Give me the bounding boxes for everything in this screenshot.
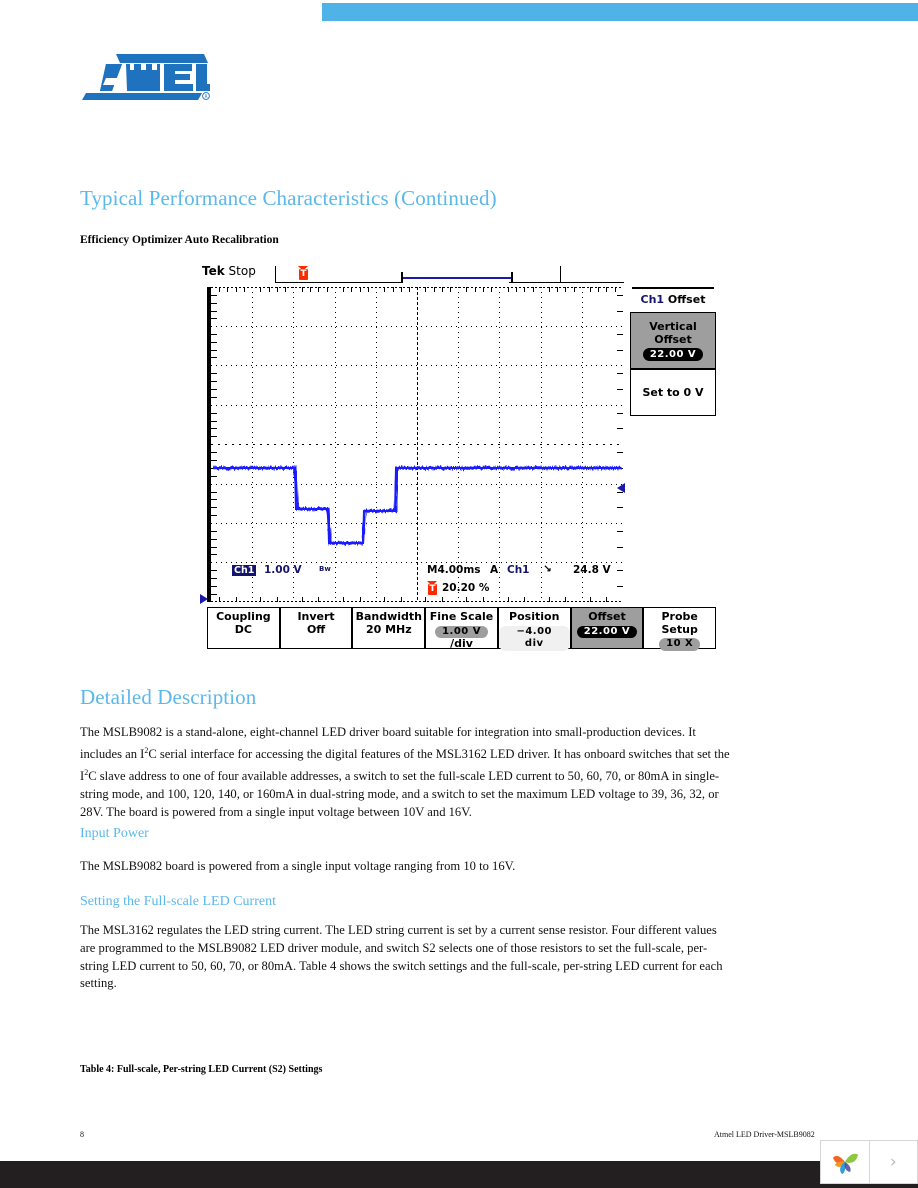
paragraph-detailed-description-text: The MSLB9082 is a stand-alone, eight-cha…	[80, 725, 730, 819]
side-button-vertical-offset-value: 22.00 V	[642, 348, 704, 361]
paragraph-input-power: The MSLB9082 board is powered from a sin…	[80, 858, 735, 876]
bottom-button-bandwidth-line2: 20 MHz	[365, 622, 412, 636]
ch1-offset-marker-right	[617, 483, 625, 493]
trigger-marker-top: T	[298, 266, 309, 281]
readout-trigger-channel: Ch1	[507, 564, 530, 576]
paragraph-detailed-description: The MSLB9082 is a stand-alone, eight-cha…	[80, 724, 735, 821]
input-power-heading: Input Power	[80, 826, 149, 841]
bottom-button-coupling[interactable]: Coupling DC	[207, 607, 280, 649]
ch1-ground-marker: Ch1	[232, 565, 257, 576]
side-menu-title-channel: Ch1	[640, 293, 665, 306]
next-page-button[interactable]: ›	[870, 1141, 918, 1183]
bottom-button-coupling-line1: Coupling	[216, 610, 271, 623]
page-title: Typical Performance Characteristics (Con…	[80, 186, 497, 210]
bottom-button-position[interactable]: Position −4.00 div	[497, 607, 571, 651]
bottom-button-fine-scale[interactable]: Fine Scale 1.00 V /div	[425, 607, 498, 650]
viewer-logo-button[interactable]	[821, 1141, 869, 1183]
detailed-description-heading: Detailed Description	[80, 685, 257, 709]
bottom-button-probe-setup-value: 10 X	[659, 638, 701, 651]
footer-dark-band	[0, 1161, 918, 1188]
readout-vertical-scale: 1.00 V	[264, 564, 302, 576]
readout-trigger-position: 20.20 %	[442, 582, 490, 594]
leaf-logo-icon	[832, 1153, 858, 1174]
header-rule-right	[509, 282, 624, 283]
readout-timebase: M4.00ms	[427, 564, 481, 576]
bottom-button-offset-value: 22.00 V	[576, 625, 638, 638]
bottom-button-offset[interactable]: Offset 22.00 V	[570, 607, 644, 649]
svg-text:R: R	[204, 94, 207, 100]
paragraph-input-power-text: The MSLB9082 board is powered from a sin…	[80, 859, 516, 873]
viewer-toolbar: ›	[820, 1140, 918, 1184]
bottom-button-fine-scale-line1: Fine Scale	[429, 610, 494, 623]
side-menu-title: Ch1 Offset	[630, 293, 716, 312]
header-rule-left	[275, 282, 401, 283]
chevron-right-icon: ›	[889, 1152, 897, 1172]
side-button-vertical-offset-line2: Offset	[654, 333, 692, 346]
side-button-vertical-offset-line1: Vertical	[649, 320, 697, 333]
atmel-logo: R	[80, 52, 210, 104]
bottom-button-position-value: −4.00 div	[498, 625, 570, 651]
side-menu-title-text: Offset	[664, 293, 706, 306]
header-separator-2	[560, 266, 561, 283]
page-number: 8	[80, 1130, 84, 1139]
setting-fullscale-heading: Setting the Full-scale LED Current	[80, 894, 276, 909]
side-button-set-to-zero-label: Set to 0 V	[642, 386, 704, 399]
scope-run-state: Stop	[228, 264, 256, 278]
paragraph-setting-fullscale: The MSL3162 regulates the LED string cur…	[80, 922, 735, 993]
readout-trigger-level: 24.8 V	[573, 564, 611, 576]
scope-side-menu: Ch1 Offset Vertical Offset 22.00 V Set t…	[630, 287, 716, 416]
bottom-button-bandwidth[interactable]: Bandwidth 20 MHz	[352, 607, 426, 649]
oscilloscope-screenshot: Tek Stop T Ch1 1.00 V Bw M4.00ms A Ch1 ↘…	[198, 263, 718, 653]
footer-document-title: Atmel LED Driver-MSLB9082	[714, 1130, 815, 1139]
bottom-button-probe-setup[interactable]: Probe Setup 10 X	[643, 607, 717, 651]
header-separator-1	[275, 266, 276, 283]
bottom-button-invert-line2: Off	[306, 622, 326, 636]
scope-bottom-menu: Coupling DC Invert Off Bandwidth 20 MHz …	[207, 607, 717, 651]
bottom-button-coupling-line2: DC	[234, 622, 252, 636]
side-menu-rule	[632, 287, 714, 289]
side-button-vertical-offset[interactable]: Vertical Offset 22.00 V	[630, 312, 716, 369]
waveform-trace-ch1	[213, 466, 621, 545]
bottom-button-fine-scale-line2: /div	[450, 637, 473, 650]
side-button-set-to-zero[interactable]: Set to 0 V	[630, 369, 716, 416]
readout-trigger-slope: ↘	[543, 563, 552, 575]
bottom-button-position-line1: Position	[509, 610, 560, 623]
readout-bandwidth-symbol: Bw	[319, 565, 331, 573]
top-accent-bar	[322, 3, 918, 21]
paragraph-setting-fullscale-text: The MSL3162 regulates the LED string cur…	[80, 923, 723, 991]
figure-caption: Efficiency Optimizer Auto Recalibration	[80, 234, 279, 246]
scope-graticule: Ch1 1.00 V Bw M4.00ms A Ch1 ↘ 24.8 V T 2…	[207, 287, 625, 602]
ch1-position-arrow	[200, 594, 208, 604]
bottom-button-invert-line1: Invert	[297, 610, 335, 623]
scope-brand: Tek	[202, 264, 225, 278]
trigger-position-marker: T	[427, 581, 438, 596]
scope-header: Tek Stop	[202, 264, 256, 278]
trigger-position-bar	[401, 272, 513, 283]
bottom-button-offset-line1: Offset	[588, 610, 626, 623]
bottom-button-probe-setup-line2: Setup	[661, 622, 698, 636]
readout-trigger-source: A	[490, 564, 499, 576]
table-caption: Table 4: Full-scale, Per-string LED Curr…	[80, 1064, 323, 1075]
bottom-button-bandwidth-line1: Bandwidth	[355, 610, 422, 623]
bottom-button-probe-setup-line1: Probe	[661, 610, 698, 623]
bottom-button-invert[interactable]: Invert Off	[279, 607, 353, 649]
